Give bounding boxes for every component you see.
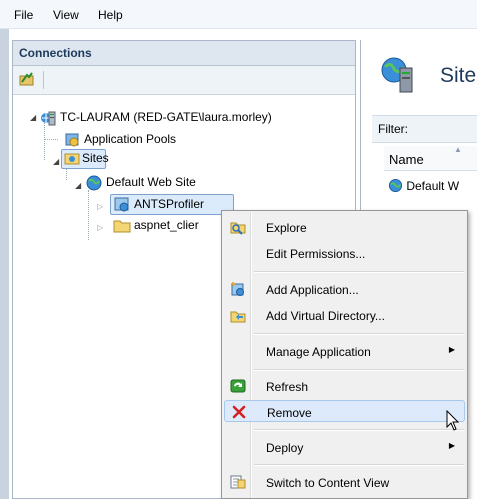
menu-separator (254, 271, 464, 273)
submenu-arrow-icon: ▶ (448, 345, 455, 354)
sites-globe-server-icon (381, 57, 413, 93)
tree-node-antsprofiler[interactable]: ANTSProfiler (134, 197, 204, 211)
page-title: Site (440, 64, 477, 87)
filter-bar: Filter: (372, 115, 477, 143)
expand-arrow-icon[interactable]: ◢ (53, 157, 59, 166)
menu-item-label: Manage Application (266, 345, 371, 359)
menu-item-edit-permissions[interactable]: Edit Permissions... (224, 242, 465, 264)
menu-item-label: Edit Permissions... (266, 247, 366, 261)
menu-help[interactable]: Help (98, 8, 123, 22)
expand-arrow-icon[interactable]: ◢ (30, 113, 36, 122)
application-icon (114, 197, 129, 212)
connect-icon[interactable] (19, 71, 35, 87)
menu-item-deploy[interactable]: Deploy ▶ (224, 436, 465, 458)
menu-item-label: Add Application... (266, 283, 359, 297)
tree-node-default-web-site[interactable]: Default Web Site (106, 175, 196, 189)
menu-item-refresh[interactable]: Refresh (224, 375, 465, 397)
filter-label: Filter: (378, 122, 408, 136)
menu-separator (254, 464, 464, 466)
menu-item-label: Switch to Content View (266, 476, 390, 490)
sort-up-icon: ▲ (454, 145, 462, 154)
menu-item-add-virtual-directory[interactable]: Add Virtual Directory... (224, 304, 465, 326)
connections-title: Connections (19, 46, 92, 60)
menu-view[interactable]: View (53, 8, 79, 22)
remove-x-icon (232, 405, 246, 419)
tree-line (44, 120, 45, 160)
column-header-label: Name (389, 152, 424, 167)
mouse-cursor-icon (446, 410, 460, 431)
expand-arrow-icon[interactable]: ◢ (75, 181, 81, 190)
collapse-arrow-icon[interactable]: ▷ (97, 223, 103, 232)
menu-item-label: Add Virtual Directory... (266, 309, 385, 323)
table-cell-name: Default W (406, 179, 460, 193)
table-row[interactable]: Default W (388, 178, 459, 193)
tree-node-sites[interactable]: Sites (82, 151, 109, 165)
connections-toolbar (13, 66, 355, 95)
collapse-arrow-icon[interactable]: ▷ (97, 202, 103, 211)
add-virtual-directory-icon (230, 311, 246, 323)
menu-file[interactable]: File (14, 8, 33, 22)
tree-node-aspnet-client[interactable]: aspnet_clier (134, 218, 199, 232)
menu-item-add-application[interactable]: Add Application... (224, 278, 465, 300)
server-icon (41, 111, 56, 126)
menu-bar: File View Help (0, 0, 477, 29)
window-frame (0, 29, 9, 499)
sites-folder-icon (64, 153, 80, 165)
menu-item-label: Explore (266, 221, 307, 235)
menu-separator (254, 369, 464, 371)
app-pool-icon (65, 133, 79, 147)
globe-icon (86, 175, 102, 191)
content-view-icon (230, 475, 246, 489)
add-application-icon (231, 282, 244, 296)
menu-item-label: Remove (267, 406, 312, 420)
menu-item-label: Refresh (266, 380, 309, 394)
refresh-icon (230, 379, 246, 393)
menu-item-explore[interactable]: Explore (224, 216, 465, 238)
connections-header: Connections (13, 41, 355, 66)
context-menu: Explore Edit Permissions... Add Applicat… (221, 210, 468, 499)
submenu-arrow-icon: ▶ (448, 441, 455, 450)
menu-item-switch-content-view[interactable]: Switch to Content View (224, 471, 465, 493)
globe-icon (388, 178, 403, 193)
tree-line (88, 190, 89, 240)
tree-node-app-pools[interactable]: Application Pools (84, 132, 176, 146)
toolbar-separator (43, 71, 44, 89)
menu-separator (254, 333, 464, 335)
tree-line (44, 139, 58, 140)
tree-node-server[interactable]: TC-LAURAM (RED-GATE\laura.morley) (60, 110, 272, 124)
column-header-name[interactable]: Name ▲ (384, 145, 477, 171)
menu-separator (254, 429, 464, 431)
menu-item-manage-application[interactable]: Manage Application ▶ (224, 340, 465, 362)
folder-icon (113, 220, 131, 233)
explore-icon (230, 222, 246, 235)
menu-item-remove[interactable]: Remove (224, 400, 465, 422)
menu-item-label: Deploy (266, 441, 304, 455)
